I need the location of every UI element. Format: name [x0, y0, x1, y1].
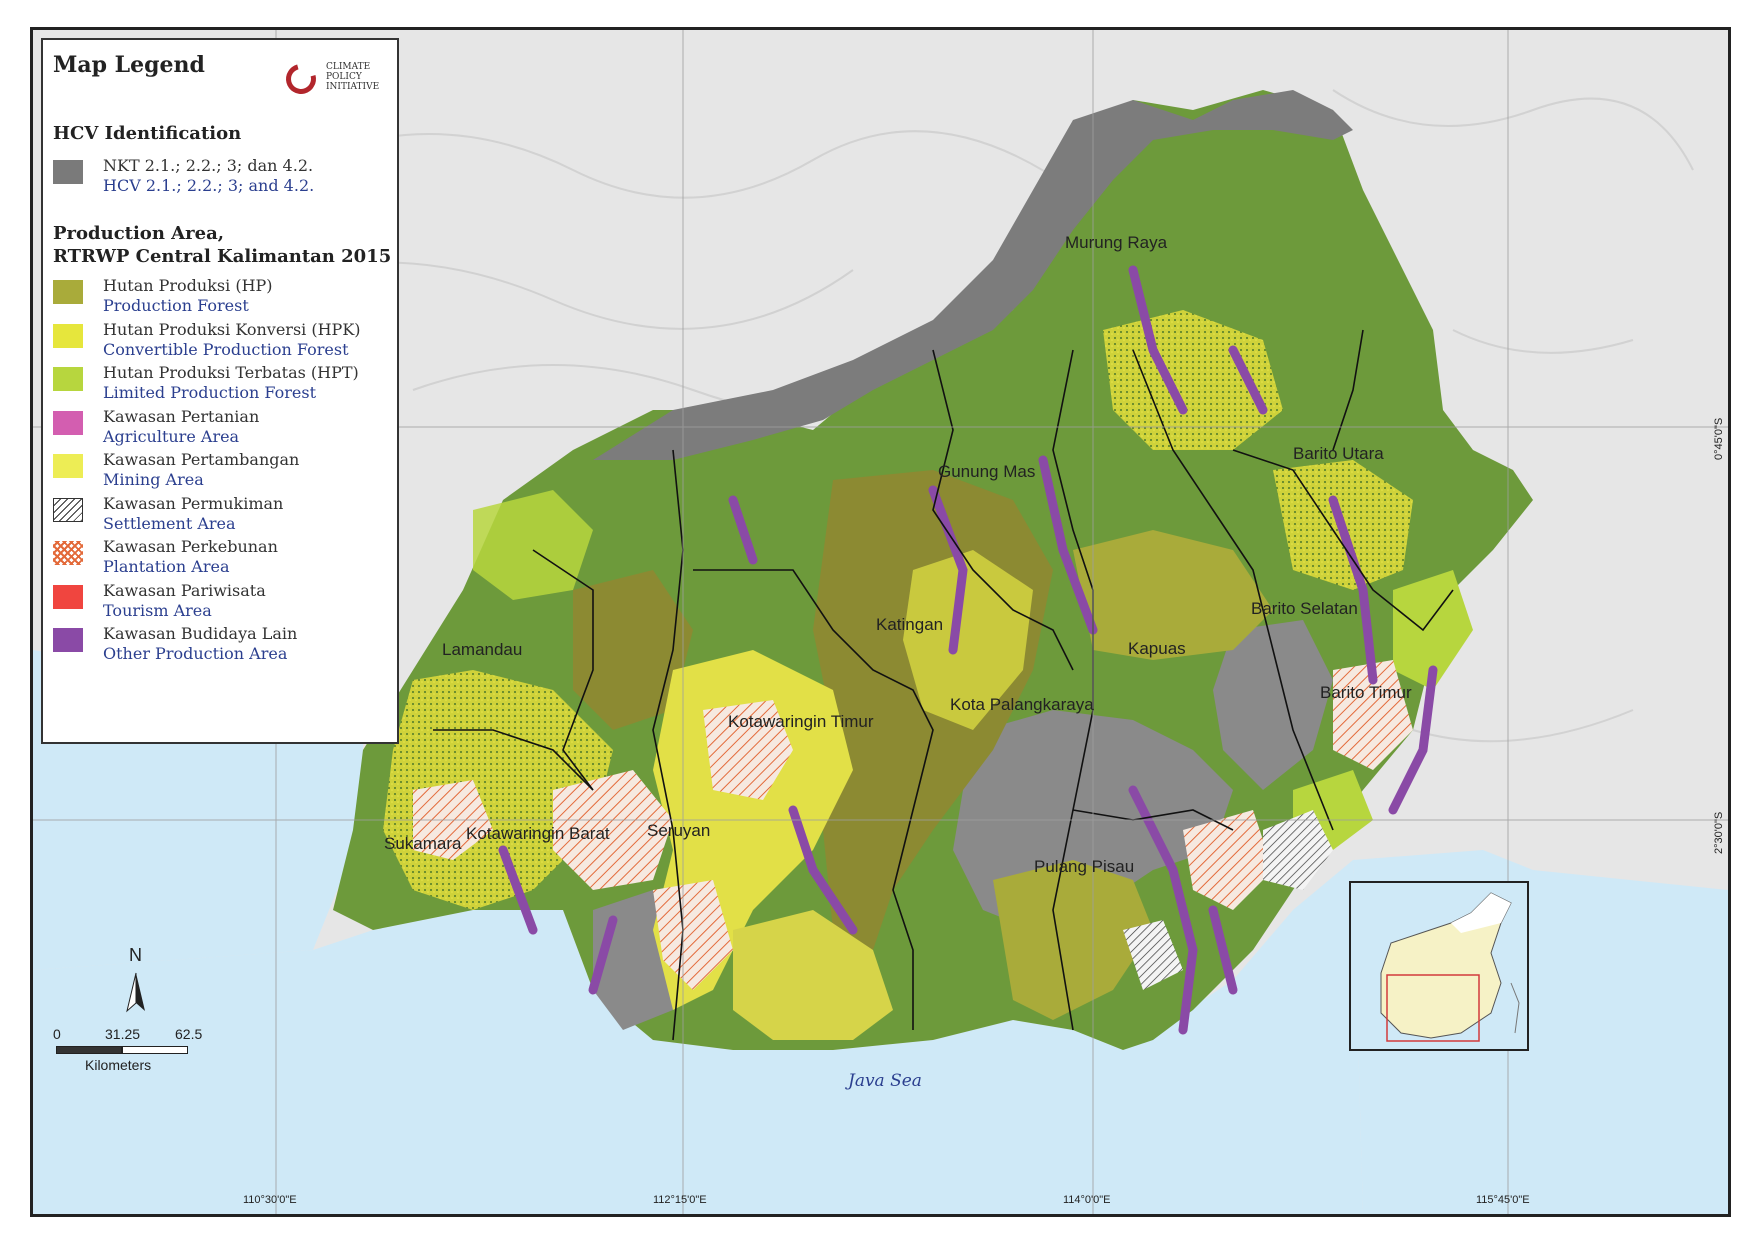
legend-label-id: Kawasan Perkebunan	[103, 537, 278, 556]
legend-item: Hutan Produksi Konversi (HPK) Convertible…	[53, 320, 393, 364]
legend-swatch	[53, 410, 83, 435]
legend-label-id: Hutan Produksi (HP)	[103, 276, 273, 295]
coord-lon-3: 114°0'0"E	[1063, 1194, 1111, 1206]
legend-label-en: Production Forest	[103, 296, 249, 315]
legend-label-en: Limited Production Forest	[103, 383, 316, 402]
region-label-kotawaringin-timur: Kotawaringin Timur	[728, 712, 874, 731]
region-label-barito-selatan: Barito Selatan	[1251, 599, 1358, 618]
production-section-title-1: Production Area,	[53, 223, 224, 244]
legend-swatch	[53, 454, 83, 478]
legend-item: Kawasan Pertanian Agriculture Area	[53, 407, 393, 451]
legend-label: Hutan Produksi (HP) Production Forest	[103, 276, 273, 316]
legend-label-id: Kawasan Pariwisata	[103, 580, 266, 600]
inset-map	[1349, 881, 1529, 1051]
legend-label-en: Plantation Area	[103, 557, 230, 576]
legend-swatch-hcv	[53, 160, 83, 184]
legend-item: Kawasan Permukiman Settlement Area	[53, 494, 393, 538]
north-arrow-icon	[126, 972, 145, 1013]
map-legend: Map Legend CLIMATE POLICY INITIATIVE HCV…	[41, 38, 399, 744]
legend-label-en: Agriculture Area	[103, 426, 240, 446]
legend-swatch	[53, 541, 83, 565]
legend-item: Kawasan Pariwisata Tourism Area	[53, 581, 393, 625]
legend-item: Kawasan Perkebunan Plantation Area	[53, 537, 393, 581]
scale-tick-1: 31.25	[105, 1026, 141, 1042]
coord-lon-4: 115°45'0"E	[1476, 1194, 1530, 1206]
coord-lat-2: 2°30'0"S	[1713, 811, 1725, 854]
legend-label-en: Settlement Area	[103, 513, 236, 533]
legend-label-en: Mining Area	[103, 470, 204, 489]
legend-label-en: Convertible Production Forest	[103, 339, 349, 359]
coord-lon-1: 110°30'0"E	[243, 1194, 297, 1206]
region-label-katingan: Katingan	[876, 615, 944, 634]
legend-label-hcv-id: NKT 2.1.; 2.2.; 3; dan 4.2.	[103, 156, 314, 175]
map-frame: Murung Raya Gunung Mas Barito Utara Bari…	[30, 27, 1731, 1217]
coord-lat-1: 0°45'0"S	[1713, 417, 1725, 460]
legend-label: Kawasan Perkebunan Plantation Area	[103, 537, 278, 577]
legend-swatch	[53, 323, 83, 348]
legend-item: Hutan Produksi Terbatas (HPT) Limited Pro…	[53, 363, 393, 407]
legend-label: Kawasan Permukiman Settlement Area	[103, 494, 283, 534]
scale-bar: 0 31.25 62.5 Kilometers	[53, 1026, 213, 1086]
legend-title: Map Legend	[53, 52, 205, 78]
legend-label: Hutan Produksi Terbatas (HPT) Limited Pro…	[103, 363, 359, 403]
region-label-lamandau: Lamandau	[442, 640, 523, 659]
region-label-barito-timur: Barito Timur	[1320, 683, 1412, 702]
legend-item: Hutan Produksi (HP) Production Forest	[53, 276, 393, 320]
scale-tick-0: 0	[53, 1026, 61, 1042]
legend-label: Hutan Produksi Konversi (HPK) Convertible…	[103, 320, 361, 360]
cpi-ring-icon	[280, 58, 322, 100]
legend-label: Kawasan Pertanian Agriculture Area	[103, 407, 259, 447]
scale-bar-light	[122, 1046, 188, 1054]
coord-lon-2: 112°15'0"E	[653, 1194, 707, 1206]
region-label-sukamara: Sukamara	[384, 834, 462, 853]
legend-swatch	[53, 367, 83, 391]
scale-tick-2: 62.5	[175, 1026, 203, 1042]
legend-label-id: Kawasan Pertanian	[103, 406, 260, 426]
legend-label-en: Other Production Area	[103, 644, 288, 663]
region-label-kota-palangkaraya: Kota Palangkaraya	[950, 695, 1094, 714]
legend-label-id: Kawasan Pertambangan	[103, 450, 300, 469]
north-arrow: N	[121, 945, 161, 1015]
region-label-kapuas: Kapuas	[1128, 639, 1186, 658]
region-label-pulang-pisau: Pulang Pisau	[1034, 857, 1135, 876]
legend-label-hcv: NKT 2.1.; 2.2.; 3; dan 4.2. HCV 2.1.; 2.…	[103, 156, 314, 196]
region-label-seruyan: Seruyan	[647, 821, 711, 840]
legend-label: Kawasan Budidaya Lain Other Production Ar…	[103, 624, 297, 664]
legend-swatch	[53, 628, 83, 652]
sea-label: Java Sea	[848, 1071, 922, 1091]
region-label-kotawaringin-barat: Kotawaringin Barat	[466, 824, 610, 843]
cpi-logo-text: CLIMATE POLICY INITIATIVE	[326, 62, 380, 92]
legend-label-id: Hutan Produksi Konversi (HPK)	[103, 319, 361, 339]
legend-label-id: Kawasan Permukiman	[103, 493, 284, 513]
legend-swatch	[53, 280, 83, 304]
hcv-section-title: HCV Identification	[53, 123, 242, 144]
legend-label: Kawasan Pariwisata Tourism Area	[103, 581, 266, 621]
legend-label: Kawasan Pertambangan Mining Area	[103, 450, 299, 490]
legend-item: Kawasan Pertambangan Mining Area	[53, 450, 393, 494]
legend-item-hcv: NKT 2.1.; 2.2.; 3; dan 4.2. HCV 2.1.; 2.…	[53, 156, 393, 200]
legend-label-id: Hutan Produksi Terbatas (HPT)	[103, 363, 359, 382]
scale-bar-dark	[56, 1046, 122, 1054]
region-label-murung-raya: Murung Raya	[1065, 233, 1168, 252]
legend-swatch	[53, 584, 83, 609]
legend-item: Kawasan Budidaya Lain Other Production Ar…	[53, 624, 393, 668]
legend-label-hcv-en: HCV 2.1.; 2.2.; 3; and 4.2.	[103, 176, 315, 195]
region-label-gunung-mas: Gunung Mas	[938, 462, 1036, 481]
legend-label-id: Kawasan Budidaya Lain	[103, 624, 298, 643]
legend-label-en: Tourism Area	[103, 600, 212, 620]
inset-map-svg	[1380, 892, 1520, 1042]
scale-unit: Kilometers	[85, 1057, 152, 1073]
production-section-title-2: RTRWP Central Kalimantan 2015	[53, 246, 392, 267]
region-label-barito-utara: Barito Utara	[1293, 444, 1384, 463]
legend-swatch	[53, 497, 83, 522]
climate-policy-initiative-logo: CLIMATE POLICY INITIATIVE	[280, 58, 386, 102]
